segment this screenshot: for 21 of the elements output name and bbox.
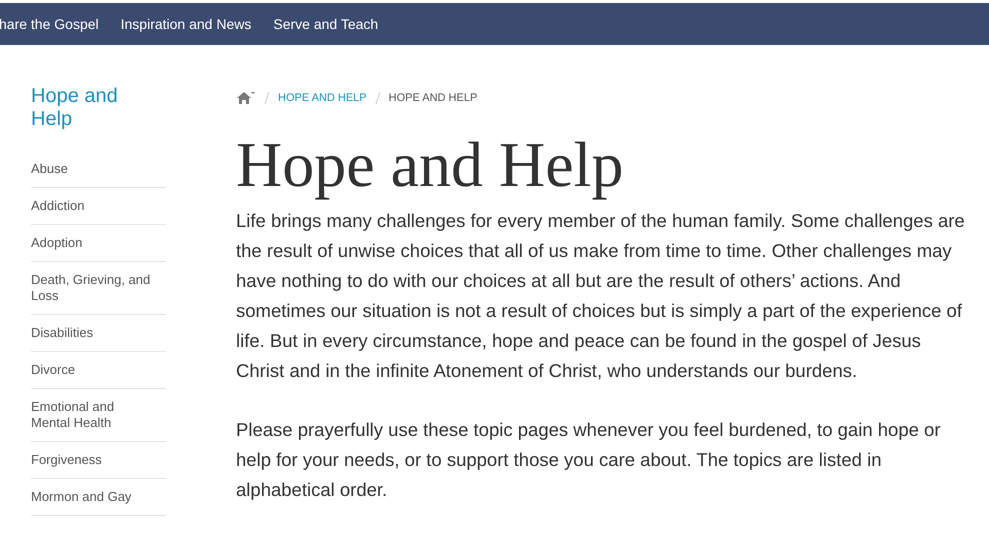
breadcrumb-link[interactable]: HOPE AND HELP [278,90,367,106]
body-paragraph: Life brings many challenges for every member of the human family. Some challenges are the result of unwise choices that all of us make from time to time. Other challenges may have nothing to do with our choices at all but are the result of others’ actions. And sometimes our situation is not a result of choices but is simply a part of the experience of life. But in every circumstance, hope and peace can be found in the gospel of Jesus Christ and in the infinite Atonement of Christ, who understands our burdens. [236,209,966,383]
sidebar-link[interactable]: Forgiveness [31,452,156,468]
nav-link[interactable]: Inspiration and News [120,14,252,34]
sidebar-link[interactable]: Disabilities [31,325,156,341]
sidebar-link[interactable]: Addiction [31,198,156,214]
home-icon[interactable] [236,91,256,105]
page-heading: Hope and Help [236,130,624,200]
breadcrumb-separator [264,91,270,105]
sidebar-link[interactable]: Mormon and Gay [31,489,156,505]
breadcrumb-separator [374,91,381,105]
nav-link[interactable]: Serve and Teach [273,14,378,34]
sidebar-link[interactable]: Emotional and Mental Health [31,399,156,431]
sidebar-link[interactable]: Death, Grieving, and Loss [31,272,156,304]
breadcrumb-current: HOPE AND HELP [388,90,478,106]
sidebar-link[interactable]: Divorce [31,362,156,378]
nav-link[interactable]: hare the Gospel [0,14,99,34]
body-paragraph: Please prayerfully use these topic pages whenever you feel burdened, to gain hope or help for your needs, or to support those you care about. The topics are listed in alphabetical order. [236,418,942,502]
sidebar-link[interactable]: Adoption [31,235,156,251]
sidebar-link[interactable]: Abuse [31,161,156,177]
sidebar-title: Hope and Help [31,85,119,131]
